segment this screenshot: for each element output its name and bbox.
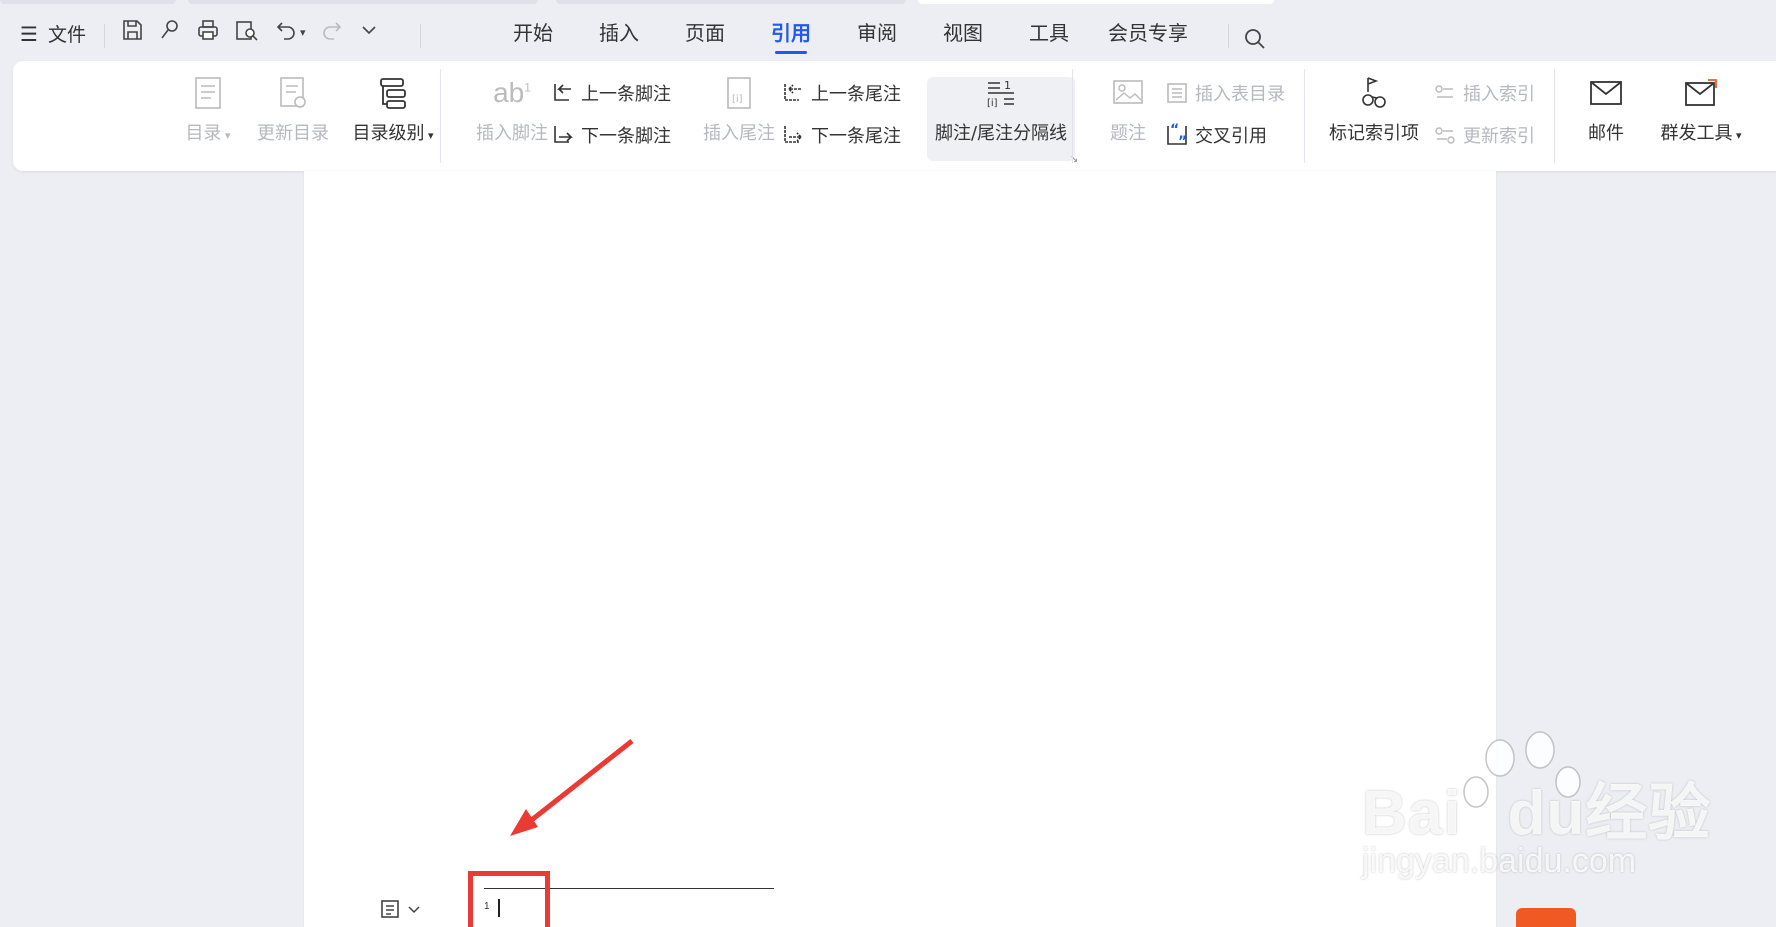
hamburger-icon: ☰ <box>20 21 38 46</box>
mail-button[interactable]: 邮件 <box>1571 73 1641 145</box>
svg-text:[i]: [i] <box>987 98 998 109</box>
next-endnote-button[interactable]: 下一条尾注 <box>779 121 901 149</box>
ribbon-tabs: 开始 插入 页面 引用 审阅 视图 工具 会员专享 <box>490 16 1204 56</box>
insert-endnote-label: 插入尾注 <box>703 123 775 144</box>
next-endnote-icon <box>779 121 807 149</box>
prev-footnote-icon <box>549 79 577 107</box>
mark-index-icon <box>1350 73 1398 113</box>
next-footnote-button[interactable]: 下一条脚注 <box>549 121 671 149</box>
mark-index-entry-label: 标记索引项 <box>1329 123 1419 144</box>
prev-footnote-button[interactable]: 上一条脚注 <box>549 79 671 107</box>
divider <box>1554 69 1555 163</box>
prev-endnote-button[interactable]: 上一条尾注 <box>779 79 901 107</box>
prev-footnote-label: 上一条脚注 <box>581 84 671 105</box>
redo-icon[interactable] <box>320 18 344 46</box>
footnote-number: 1 <box>484 901 490 912</box>
divider <box>420 24 421 48</box>
insert-table-of-figures-button[interactable]: 插入表目录 <box>1163 79 1285 107</box>
save-icon[interactable] <box>120 18 144 46</box>
caption-label: 题注 <box>1110 123 1146 144</box>
tab-insert[interactable]: 插入 <box>576 16 662 56</box>
chevron-down-icon[interactable] <box>358 19 380 45</box>
print-preview-icon[interactable] <box>234 18 260 46</box>
svg-text:”: ” <box>1178 134 1187 148</box>
tab-references[interactable]: 引用 <box>748 16 834 56</box>
divider <box>1072 69 1073 163</box>
next-footnote-icon <box>549 121 577 149</box>
file-menu[interactable]: ☰ 文件 <box>20 20 86 47</box>
page-float-toolbar[interactable] <box>378 897 422 925</box>
toc-level-label: 目录级别 <box>352 123 425 144</box>
annotation-arrow <box>510 739 634 836</box>
insert-table-of-figures-label: 插入表目录 <box>1195 84 1285 105</box>
mass-send-tools-button[interactable]: 群发工具 ▾ <box>1641 73 1761 145</box>
divider <box>1228 24 1229 48</box>
cross-reference-icon: “” <box>1163 121 1191 149</box>
cross-reference-button[interactable]: “” 交叉引用 <box>1163 121 1267 149</box>
quick-access-toolbar: ▾ <box>120 18 380 46</box>
next-endnote-label: 下一条尾注 <box>811 126 901 147</box>
update-index-label: 更新索引 <box>1463 126 1535 147</box>
insert-index-button[interactable]: 插入索引 <box>1431 79 1535 107</box>
toc-level-icon <box>369 73 417 113</box>
chevron-down-icon[interactable] <box>406 901 422 921</box>
toc-icon <box>184 73 232 113</box>
svg-text:[i]: [i] <box>732 94 743 105</box>
divider <box>440 69 441 163</box>
insert-index-icon <box>1431 79 1459 107</box>
update-toc-icon <box>269 73 317 113</box>
mark-index-entry-button[interactable]: 标记索引项 <box>1319 73 1429 145</box>
mail-icon <box>1582 73 1630 113</box>
update-toc-button[interactable]: 更新目录 <box>243 73 343 145</box>
mail-label: 邮件 <box>1588 123 1624 144</box>
separator-line-label: 脚注/尾注分隔线 <box>934 123 1068 144</box>
insert-index-label: 插入索引 <box>1463 84 1535 105</box>
divider <box>1304 69 1305 163</box>
search-icon[interactable] <box>1242 26 1268 56</box>
menu-bar: ☰ 文件 ▾ 开始 插入 页面 引用 审阅 视图 工具 会员专享 <box>0 8 1776 58</box>
tab-review[interactable]: 审阅 <box>834 16 920 56</box>
tab-page[interactable]: 页面 <box>662 16 748 56</box>
document-page[interactable]: 1 <box>304 171 1496 927</box>
annotation-highlight-box <box>468 871 550 927</box>
cross-reference-label: 交叉引用 <box>1195 126 1267 147</box>
divider <box>104 24 105 48</box>
window-tab-strip <box>0 0 1776 6</box>
ribbon-panel: 目录 ▾ 更新目录 目录级别 ▾ ab1 插入脚注 上一条脚注 下一条脚注 [i… <box>13 61 1776 171</box>
prev-endnote-label: 上一条尾注 <box>811 84 901 105</box>
mass-send-tools-label: 群发工具 <box>1660 123 1733 144</box>
endnote-icon: [i] <box>715 73 763 113</box>
format-painter-icon[interactable] <box>158 18 182 46</box>
image-icon <box>1104 73 1152 113</box>
update-toc-label: 更新目录 <box>257 123 329 144</box>
update-index-button[interactable]: 更新索引 <box>1431 121 1535 149</box>
watermark-brand: Bai du经验 <box>1362 776 1712 849</box>
undo-dropdown-icon[interactable]: ▾ <box>300 26 306 39</box>
print-icon[interactable] <box>196 18 220 46</box>
separator-line-icon: 1 [i] <box>977 73 1025 113</box>
layout-icon[interactable] <box>378 897 402 925</box>
separator-line-button[interactable]: 1 [i] 脚注/尾注分隔线 <box>925 73 1077 145</box>
insert-endnote-button[interactable]: [i] 插入尾注 <box>689 73 789 145</box>
mass-send-icon <box>1677 73 1725 113</box>
next-footnote-label: 下一条脚注 <box>581 126 671 147</box>
tab-view[interactable]: 视图 <box>920 16 1006 56</box>
tab-start[interactable]: 开始 <box>490 16 576 56</box>
watermark-url: jingyan.baidu.com <box>1362 842 1637 880</box>
toc-level-button[interactable]: 目录级别 ▾ <box>333 73 453 145</box>
tab-tools[interactable]: 工具 <box>1006 16 1092 56</box>
footnote-ab-icon: ab1 <box>493 77 531 108</box>
text-cursor <box>498 899 500 917</box>
toc-button[interactable]: 目录 ▾ <box>173 73 243 145</box>
svg-text:1: 1 <box>1004 79 1011 92</box>
caption-button[interactable]: 题注 <box>1093 73 1163 145</box>
update-index-icon <box>1431 121 1459 149</box>
tab-member[interactable]: 会员专享 <box>1092 16 1204 56</box>
table-of-figures-icon <box>1163 79 1191 107</box>
undo-icon[interactable] <box>274 18 298 46</box>
toc-label: 目录 <box>185 123 222 144</box>
app-logo-badge <box>1516 908 1576 927</box>
file-menu-label: 文件 <box>47 24 86 46</box>
prev-endnote-icon <box>779 79 807 107</box>
